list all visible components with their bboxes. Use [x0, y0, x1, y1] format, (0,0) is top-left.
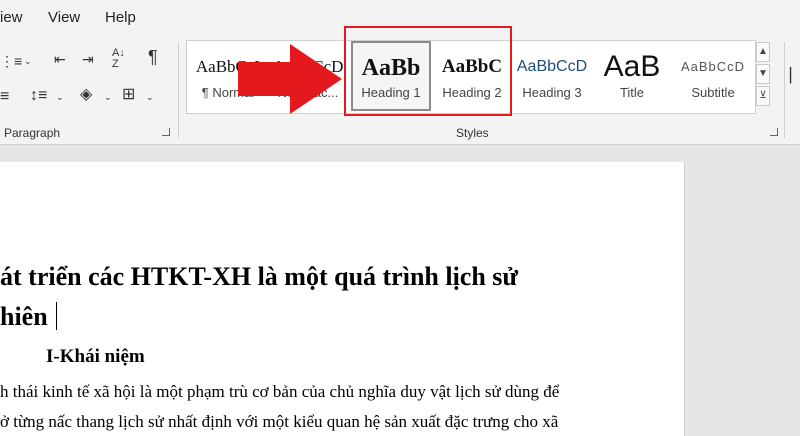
doc-heading-line-1: át triển các HTKT-XH là một quá trình lị…: [0, 262, 519, 291]
styles-group-label: Styles: [456, 126, 489, 140]
paragraph-group-label: Paragraph: [4, 126, 61, 140]
justify-icon[interactable]: ≡: [0, 89, 9, 105]
menu-help[interactable]: Help: [105, 9, 136, 26]
style-title[interactable]: AaB Title: [593, 41, 671, 111]
style-preview: AaB: [603, 53, 661, 81]
style-preview: AaBbCcD: [516, 58, 588, 75]
shading-icon[interactable]: ◈: [80, 87, 92, 103]
group-divider: [784, 42, 785, 138]
indent-decrease-icon[interactable]: ⇤: [54, 52, 66, 66]
style-name: Heading 3: [522, 85, 582, 100]
gallery-more-button[interactable]: ⊻: [756, 86, 770, 106]
doc-paragraph-line-2: ở từng nấc thang lịch sử nhất định với m…: [0, 412, 559, 431]
gallery-scroll-down-button[interactable]: ▼: [756, 64, 770, 84]
line-spacing-icon[interactable]: ↕≡: [30, 88, 47, 104]
doc-heading-line-2: hiên: [0, 302, 48, 331]
style-heading-3[interactable]: AaBbCcD Heading 3: [513, 41, 591, 111]
pilcrow-icon[interactable]: ¶: [148, 48, 158, 66]
chevron-down-icon[interactable]: ⌄: [146, 90, 154, 104]
chevron-down-icon[interactable]: ⌄: [104, 90, 112, 104]
document-page[interactable]: át triển các HTKT-XH là một quá trình lị…: [0, 162, 685, 436]
highlight-box: [344, 26, 512, 116]
doc-subheading: I-Khái niệm: [46, 346, 145, 367]
scroll-right-icon[interactable]: ▏: [790, 68, 800, 82]
styles-dialog-launcher-icon[interactable]: [770, 128, 778, 136]
doc-paragraph-line-1: h thái kinh tế xã hội là một phạm trù cơ…: [0, 382, 560, 401]
gallery-scroll-up-button[interactable]: ▲: [756, 42, 770, 62]
style-name: Title: [619, 85, 645, 100]
style-preview: AaBbCcD: [680, 59, 746, 74]
style-subtitle[interactable]: AaBbCcD Subtitle: [673, 41, 753, 111]
text-cursor: [56, 302, 57, 330]
sort-icon[interactable]: A↓ Z: [112, 48, 125, 70]
chevron-down-icon[interactable]: ⌄: [56, 90, 64, 104]
multilevel-list-icon[interactable]: ⋮≡: [0, 54, 22, 68]
indent-increase-icon[interactable]: ⇥: [82, 52, 94, 66]
style-name: Subtitle: [691, 85, 735, 100]
menu-view-partial[interactable]: iew: [0, 9, 23, 26]
menu-view[interactable]: View: [48, 9, 80, 26]
chevron-down-icon[interactable]: ⌄: [24, 54, 32, 68]
paragraph-dialog-launcher-icon[interactable]: [162, 128, 170, 136]
group-divider: [178, 42, 179, 138]
red-arrow-annotation: [238, 44, 342, 114]
borders-icon[interactable]: ⊞: [122, 87, 135, 103]
